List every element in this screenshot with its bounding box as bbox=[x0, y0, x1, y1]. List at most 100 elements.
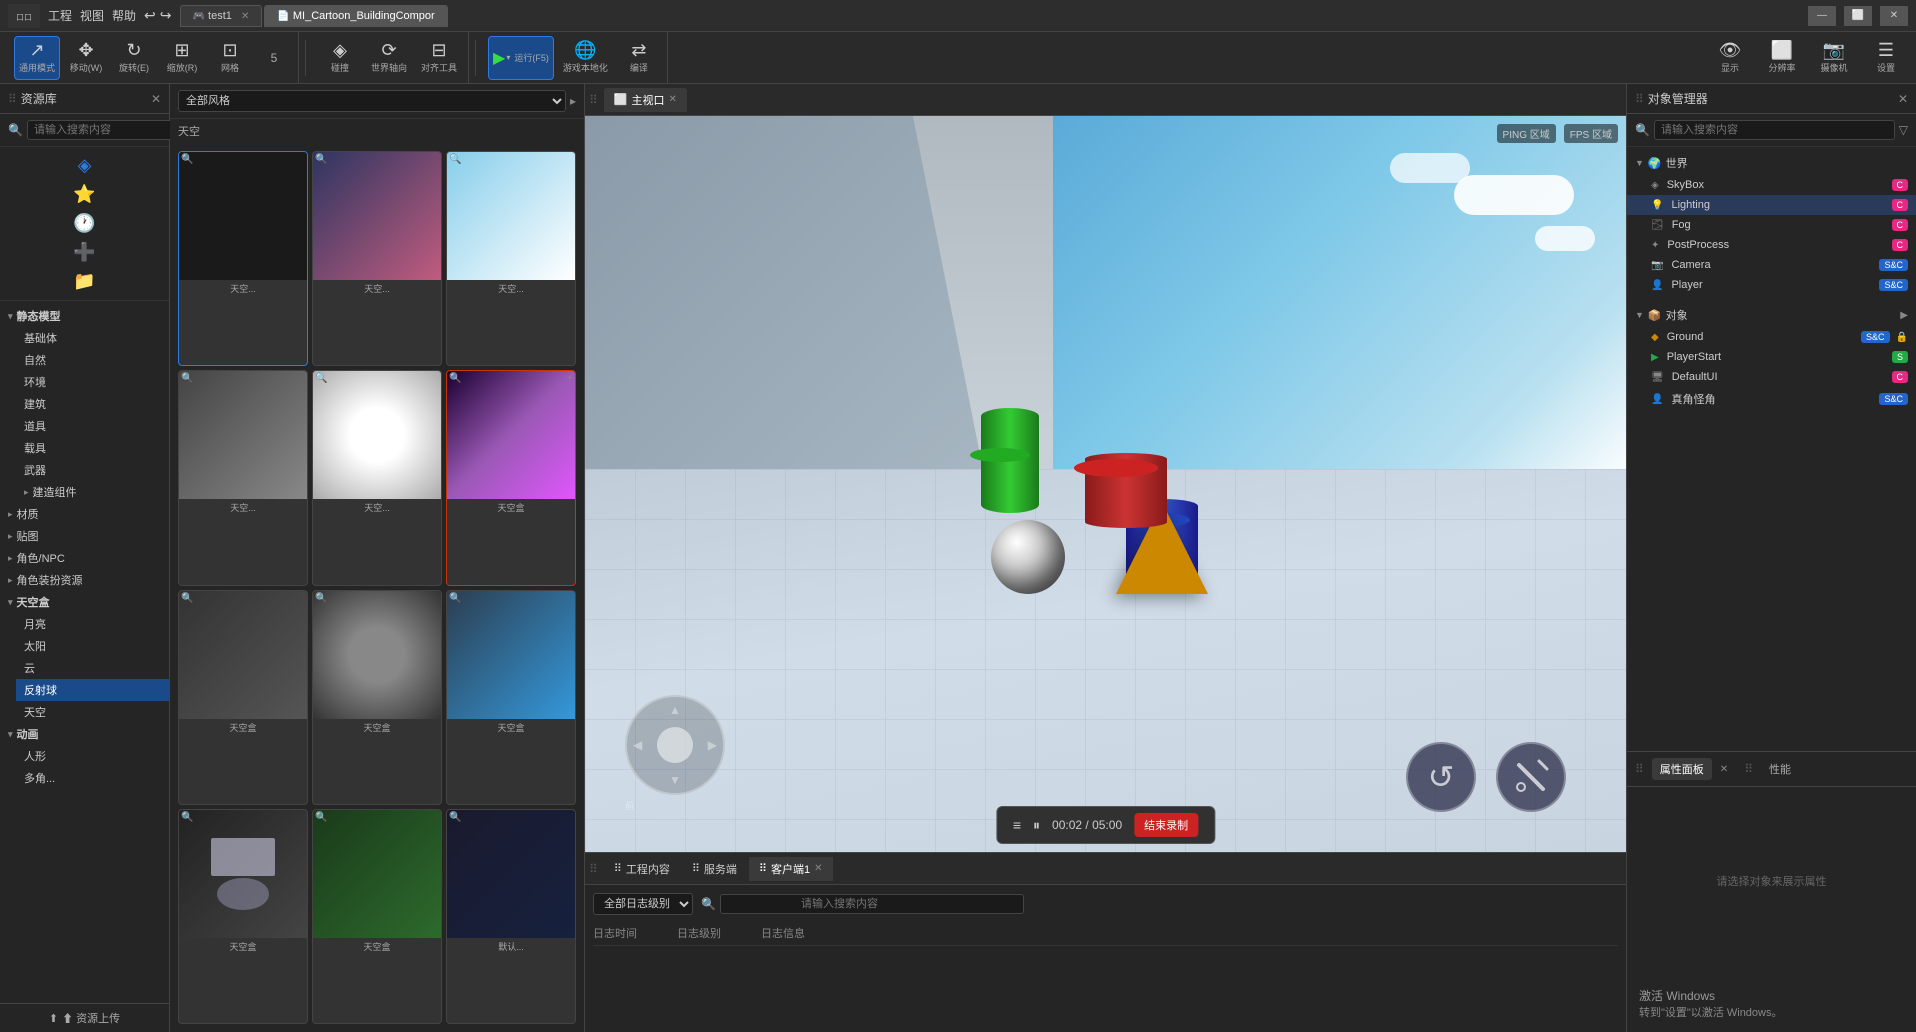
world-section-header[interactable]: ▼ 🌍 世界 bbox=[1627, 151, 1916, 175]
asset-icon-clock[interactable]: 🕐 bbox=[73, 213, 95, 234]
object-manager-close[interactable]: ✕ bbox=[1898, 92, 1908, 106]
asset-thumb-7[interactable]: 🔍 天空盒 bbox=[312, 590, 442, 805]
tab-1-close[interactable]: ✕ bbox=[241, 11, 249, 22]
viewport-joystick[interactable]: ▲ ▼ ◀ ▶ 前 bbox=[625, 695, 725, 812]
obj-item-ground[interactable]: ◆ Ground S&C 🔒 bbox=[1627, 327, 1916, 347]
asset-thumb-10[interactable]: 🔍 天空盒 bbox=[312, 809, 442, 1024]
file-tab-2[interactable]: 📄 MI_Cartoon_BuildingCompor bbox=[264, 5, 447, 27]
tree-basic[interactable]: 基础体 bbox=[16, 327, 169, 349]
localize-btn[interactable]: 🌐 游戏本地化 bbox=[558, 36, 613, 80]
grid-btn[interactable]: ⊡ 网格 bbox=[208, 36, 252, 80]
camera-btn[interactable]: 📷 摄像机 bbox=[1812, 36, 1856, 80]
obj-item-character[interactable]: 👤 真角怪角 S&C bbox=[1627, 387, 1916, 411]
rec-stop-btn[interactable]: 结束录制 bbox=[1134, 813, 1198, 837]
tree-humanoid[interactable]: 人形 bbox=[16, 745, 169, 767]
collision-btn[interactable]: ◈ 碰撞 bbox=[318, 36, 362, 80]
asset-icon-star[interactable]: ⭐ bbox=[73, 184, 95, 205]
asset-thumb-1[interactable]: 🔍 天空... bbox=[312, 151, 442, 366]
asset-thumb-8[interactable]: 🔍 天空盒 bbox=[446, 590, 576, 805]
maximize-btn[interactable]: ⬜ bbox=[1844, 6, 1872, 26]
file-tab-1[interactable]: 🎮 test1 ✕ bbox=[180, 5, 263, 27]
joystick-inner[interactable] bbox=[657, 727, 693, 763]
asset-panel-close[interactable]: ✕ bbox=[151, 92, 161, 106]
tree-reflection-sphere[interactable]: 反射球 bbox=[16, 679, 169, 701]
viewport[interactable]: PING 区域 FPS 区域 ▲ ▼ ◀ ▶ 前 bbox=[585, 116, 1626, 852]
rec-pause-btn[interactable]: ⏸ bbox=[1033, 817, 1040, 834]
asset-thumb-2[interactable]: 🔍 天空... bbox=[446, 151, 576, 366]
asset-thumb-5[interactable]: 🔍 + 天空盒 bbox=[446, 370, 576, 585]
menu-view[interactable]: 视图 bbox=[80, 7, 104, 24]
viewport-tab-main[interactable]: ⬜ 主视口 ✕ bbox=[604, 88, 687, 112]
tree-skybox[interactable]: 天空盒 bbox=[0, 591, 169, 613]
obj-item-skybox[interactable]: ◈ SkyBox C bbox=[1627, 175, 1916, 195]
asset-thumb-0[interactable]: 🔍 天空... bbox=[178, 151, 308, 366]
tree-character-costume[interactable]: 角色装扮资源 bbox=[0, 569, 169, 591]
scale-tool-btn[interactable]: ⊞ 缩放(R) bbox=[160, 36, 204, 80]
asset-icon-select[interactable]: ◈ bbox=[78, 155, 92, 176]
action-rotate-btn[interactable]: ↺ bbox=[1406, 742, 1476, 812]
bottom-tab-project[interactable]: ⠿ 工程内容 bbox=[604, 857, 680, 881]
menu-project[interactable]: 工程 bbox=[48, 7, 72, 24]
obj-item-player[interactable]: 👤 Player S&C bbox=[1627, 275, 1916, 295]
compile-btn[interactable]: ⇄ 编译 bbox=[617, 36, 661, 80]
obj-item-playerstart[interactable]: ▶ PlayerStart S bbox=[1627, 347, 1916, 367]
align-btn[interactable]: ⊟ 对齐工具 bbox=[416, 36, 462, 80]
tree-cloud[interactable]: 云 bbox=[16, 657, 169, 679]
asset-upload-btn[interactable]: ⬆ ⬆ 资源上传 bbox=[0, 1003, 169, 1032]
tree-texture[interactable]: 贴图 bbox=[0, 525, 169, 547]
tree-environment[interactable]: 环境 bbox=[16, 371, 169, 393]
tree-moon[interactable]: 月亮 bbox=[16, 613, 169, 635]
tree-architecture[interactable]: 建筑 bbox=[16, 393, 169, 415]
bottom-tab-client-close[interactable]: ✕ bbox=[814, 863, 822, 874]
asset-browser-close[interactable]: ▸ bbox=[570, 94, 576, 108]
object-search-input[interactable] bbox=[1654, 120, 1895, 140]
step-btn[interactable]: 5 bbox=[256, 36, 292, 80]
props-tab-performance[interactable]: 性能 bbox=[1761, 758, 1799, 780]
asset-thumb-6[interactable]: 🔍 天空盒 bbox=[178, 590, 308, 805]
tree-vehicle[interactable]: 载具 bbox=[16, 437, 169, 459]
universal-mode-btn[interactable]: ↗ 通用模式 bbox=[14, 36, 60, 80]
tree-npc[interactable]: 角色/NPC bbox=[0, 547, 169, 569]
asset-thumb-3[interactable]: 🔍 天空... bbox=[178, 370, 308, 585]
obj-item-camera[interactable]: 📷 Camera S&C bbox=[1627, 255, 1916, 275]
asset-thumb-4[interactable]: 🔍 天空... bbox=[312, 370, 442, 585]
tree-nature[interactable]: 自然 bbox=[16, 349, 169, 371]
asset-thumb-11[interactable]: 🔍 默认... bbox=[446, 809, 576, 1024]
joystick-outer[interactable]: ▲ ▼ ◀ ▶ bbox=[625, 695, 725, 795]
tree-animation[interactable]: 动画 bbox=[0, 723, 169, 745]
display-btn[interactable]: 👁 显示 bbox=[1708, 36, 1752, 80]
style-select[interactable]: 全部风格 bbox=[178, 90, 566, 112]
props-tab-attributes[interactable]: 属性面板 bbox=[1652, 758, 1712, 780]
redo-btn[interactable]: ↪ bbox=[160, 7, 172, 24]
tree-props[interactable]: 道具 bbox=[16, 415, 169, 437]
minimize-btn[interactable]: — bbox=[1808, 6, 1836, 26]
asset-icon-folder[interactable]: 📁 bbox=[73, 271, 95, 292]
bottom-tab-client[interactable]: ⠿ 客户端1 ✕ bbox=[749, 857, 833, 881]
tree-weapons[interactable]: 武器 bbox=[16, 459, 169, 481]
tree-sky[interactable]: 天空 bbox=[16, 701, 169, 723]
props-panel-close[interactable]: ✕ bbox=[1720, 764, 1728, 775]
rotate-tool-btn[interactable]: ↻ 旋转(E) bbox=[112, 36, 156, 80]
world-axis-btn[interactable]: ⟳ 世界轴向 bbox=[366, 36, 412, 80]
log-search-input[interactable] bbox=[720, 894, 1024, 914]
viewport-tab-close[interactable]: ✕ bbox=[669, 94, 677, 105]
obj-item-defaultui[interactable]: 🖥 DefaultUI C bbox=[1627, 367, 1916, 387]
tree-sun[interactable]: 太阳 bbox=[16, 635, 169, 657]
menu-help[interactable]: 帮助 bbox=[112, 7, 136, 24]
object-filter-btn[interactable]: ▽ bbox=[1899, 123, 1908, 137]
tree-material[interactable]: 材质 bbox=[0, 503, 169, 525]
undo-btn[interactable]: ↩ bbox=[144, 7, 156, 24]
obj-item-lighting[interactable]: 💡 Lighting C bbox=[1627, 195, 1916, 215]
tree-multi[interactable]: 多角... bbox=[16, 767, 169, 789]
tree-static-models[interactable]: 静态模型 bbox=[0, 305, 169, 327]
close-btn[interactable]: ✕ bbox=[1880, 6, 1908, 26]
object-section-header[interactable]: ▼ 📦 对象 ▶ bbox=[1627, 303, 1916, 327]
obj-item-fog[interactable]: 🌫 Fog C bbox=[1627, 215, 1916, 235]
run-btn[interactable]: ▶ ▾ 运行(F5) bbox=[488, 36, 554, 80]
asset-search-input[interactable] bbox=[27, 120, 183, 140]
move-tool-btn[interactable]: ✥ 移动(W) bbox=[64, 36, 108, 80]
asset-thumb-9[interactable]: 🔍 天空盒 bbox=[178, 809, 308, 1024]
tree-building-parts[interactable]: 建造组件 bbox=[16, 481, 169, 503]
bottom-tab-server[interactable]: ⠿ 服务端 bbox=[682, 857, 747, 881]
obj-item-postprocess[interactable]: ✦ PostProcess C bbox=[1627, 235, 1916, 255]
